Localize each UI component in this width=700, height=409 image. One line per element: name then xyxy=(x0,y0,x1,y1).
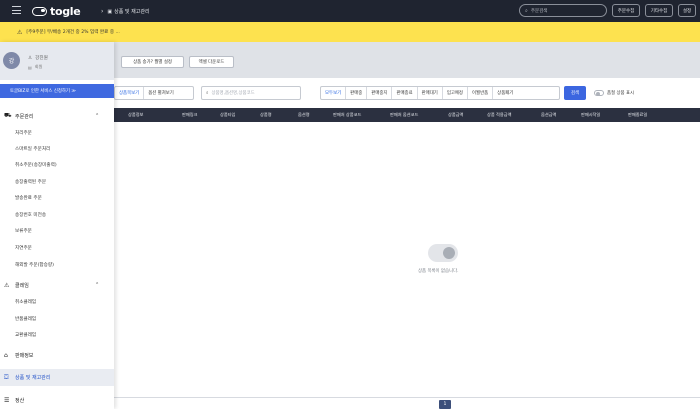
filter-sale-ended[interactable]: 판매종료 xyxy=(392,87,418,99)
biz-promo-link[interactable]: 토글BIZ로 인한 서비스 신청하기 ≫ xyxy=(0,84,114,98)
column-header[interactable]: 판매처 옵션코드 xyxy=(390,112,418,118)
sidebar-item-exchange-claims[interactable]: 교환클레임 xyxy=(15,332,36,338)
column-header[interactable]: 상품타입 xyxy=(220,112,235,118)
sidebar-section-orders[interactable]: ⛟ 주문관리 ⌃ xyxy=(0,110,114,122)
notice-bar: ⚠ [주9주문] 무/배송 2개건 중 2% 입력 완료 중 ... xyxy=(0,22,700,42)
view-mode-tabs: 상품목보기 옵션 펼쳐보기 xyxy=(114,86,194,100)
filter-carryover[interactable]: 이월반품 xyxy=(468,87,494,99)
notice-text: [주9주문] 무/배송 2개건 중 2% 입력 완료 중 ... xyxy=(26,30,120,35)
filter-on-sale[interactable]: 판매중 xyxy=(346,87,368,99)
empty-state-text: 상품 목록이 없습니다. xyxy=(418,269,459,274)
warning-icon: ⚠ xyxy=(17,28,23,36)
product-search-input[interactable]: ⌕ 상품명,옵션명,상품코드 xyxy=(201,86,301,100)
filter-all[interactable]: 모두보기 xyxy=(321,87,347,99)
column-header[interactable]: 상품금액 xyxy=(448,112,463,118)
profile-name-text: 강진원 xyxy=(35,56,48,61)
sidebar-section-label: 정산 xyxy=(15,397,25,404)
list-icon: ☰ xyxy=(4,396,10,404)
sidebar-item-printed-orders[interactable]: 송장출력된 주문 xyxy=(15,179,46,185)
chevron-right-icon: › xyxy=(101,8,104,15)
sidebar-section-claims[interactable]: ⚠ 클레임 ⌃ xyxy=(0,279,114,291)
column-header[interactable]: 판매처 상품코드 xyxy=(333,112,361,118)
soldout-toggle[interactable]: 품절 상품 표시 xyxy=(594,86,654,100)
monthly-setting-button[interactable]: 상품 송가? 월별 설정 xyxy=(121,56,184,68)
logo[interactable]: togle xyxy=(32,4,81,18)
pagination-current-page[interactable]: 1 xyxy=(439,400,451,409)
sidebar-item-cancel-orders[interactable]: 취소주문(송장미출력) xyxy=(15,162,57,168)
sidebar-item-return-claims[interactable]: 반품클레임 xyxy=(15,316,36,322)
sidebar-item-unsent-tracking[interactable]: 송장번호 미전송 xyxy=(15,212,46,218)
search-icon: ⌕ xyxy=(206,91,209,96)
cart-icon: ⛟ xyxy=(4,112,12,119)
profile-role-text: 회원 xyxy=(34,64,43,69)
top-bar: togle › ▣ 상품 및 재고관리 ⌕ 주문검색 주문수집 기타수집 설정 xyxy=(0,0,700,22)
sidebar-section-settlement[interactable]: ☰ 정산 xyxy=(0,394,114,406)
product-search-placeholder: 상품명,옵션명,상품코드 xyxy=(211,91,255,96)
search-icon: ⌕ xyxy=(525,7,528,14)
filter-incoming[interactable]: 입고예정 xyxy=(443,87,468,99)
avatar: 강 xyxy=(3,52,20,69)
toggle-logo-icon xyxy=(32,6,47,16)
sidebar-section-label: 판매정보 xyxy=(15,352,34,359)
column-header[interactable]: 옵션명 xyxy=(298,112,310,118)
package-icon: ▣ xyxy=(107,8,113,15)
hamburger-menu-icon[interactable] xyxy=(12,6,21,15)
box-icon: ⛋ xyxy=(4,373,9,381)
empty-state-toggle-icon xyxy=(428,244,458,262)
profile-name: ♙ 강진원 xyxy=(28,55,48,62)
order-search-placeholder: 주문검색 xyxy=(530,8,548,14)
footer-divider xyxy=(114,397,700,398)
store-icon: ⌂ xyxy=(4,351,8,359)
settings-button[interactable]: 설정 xyxy=(678,4,696,17)
sidebar-item-smart-orders[interactable]: 스마트일 주문처리 xyxy=(15,146,50,152)
user-icon: ♙ xyxy=(28,55,33,61)
order-collect-button[interactable]: 주문수집 xyxy=(612,4,640,17)
other-collect-button[interactable]: 기타수집 xyxy=(645,4,673,17)
sidebar-item-overseas-orders[interactable]: 해외발 주문(합승량) xyxy=(15,262,54,268)
sidebar-item-shipped-orders[interactable]: 발송완료 주문 xyxy=(15,195,42,201)
sidebar-section-label: 주문관리 xyxy=(15,113,34,120)
tab-product-list[interactable]: 상품목보기 xyxy=(115,87,145,99)
profile-card[interactable]: 강 ♙ 강진원 ▤ 회원 xyxy=(0,42,114,80)
search-button[interactable]: 검색 xyxy=(564,86,586,100)
column-header[interactable]: 판매시작일 xyxy=(581,112,600,118)
column-header[interactable]: 판매종료일 xyxy=(628,112,647,118)
filter-sale-waiting[interactable]: 판매대기 xyxy=(418,87,443,99)
chevron-up-icon: ⌃ xyxy=(95,113,100,119)
toggle-switch-icon xyxy=(594,90,604,96)
column-header[interactable]: 판매링크 xyxy=(182,112,197,118)
column-header[interactable]: 상품명 xyxy=(260,112,272,118)
filter-sale-paused[interactable]: 판매중지 xyxy=(367,87,393,99)
excel-download-button[interactable]: 엑셀 다운로드 xyxy=(189,56,234,68)
breadcrumb-label: 상품 및 재고관리 xyxy=(114,9,150,15)
sidebar-section-products[interactable]: ⛋ 상품 및 재고관리 xyxy=(0,369,114,386)
sidebar-section-sales-info[interactable]: ⌂ 판매정보 xyxy=(0,349,114,361)
sidebar: 강 ♙ 강진원 ▤ 회원 토글BIZ로 인한 서비스 신청하기 ≫ ⛟ 주문관리… xyxy=(0,42,114,409)
filter-disposed[interactable]: 상품폐기 xyxy=(493,87,517,99)
sidebar-section-label: 상품 및 재고관리 xyxy=(15,375,51,381)
profile-role: ▤ 회원 xyxy=(28,64,43,70)
sidebar-item-processing-orders[interactable]: 처리주문 xyxy=(15,130,32,136)
column-header[interactable]: 상품 적용금액 xyxy=(487,112,511,118)
chevron-up-icon: ⌃ xyxy=(95,282,100,288)
sidebar-section-label: 클레임 xyxy=(15,282,29,289)
order-search-input[interactable]: ⌕ 주문검색 xyxy=(519,4,607,17)
logo-text: togle xyxy=(50,4,81,18)
soldout-toggle-label: 품절 상품 표시 xyxy=(607,91,635,96)
sidebar-item-cancel-claims[interactable]: 취소클레임 xyxy=(15,299,36,305)
alert-icon: ⚠ xyxy=(4,281,10,289)
sidebar-item-delayed-orders[interactable]: 지연주문 xyxy=(15,245,32,251)
column-header[interactable]: 옵션금액 xyxy=(541,112,556,118)
breadcrumb: › ▣ 상품 및 재고관리 xyxy=(101,8,150,15)
sidebar-item-held-orders[interactable]: 보류주문 xyxy=(15,228,32,234)
badge-icon: ▤ xyxy=(28,64,32,70)
status-filter-group: 모두보기 판매중 판매중지 판매종료 판매대기 입고예정 이월반품 상품폐기 xyxy=(320,86,560,100)
tab-option-expand[interactable]: 옵션 펼쳐보기 xyxy=(144,87,178,99)
column-header[interactable]: 상품정보 xyxy=(128,112,143,118)
